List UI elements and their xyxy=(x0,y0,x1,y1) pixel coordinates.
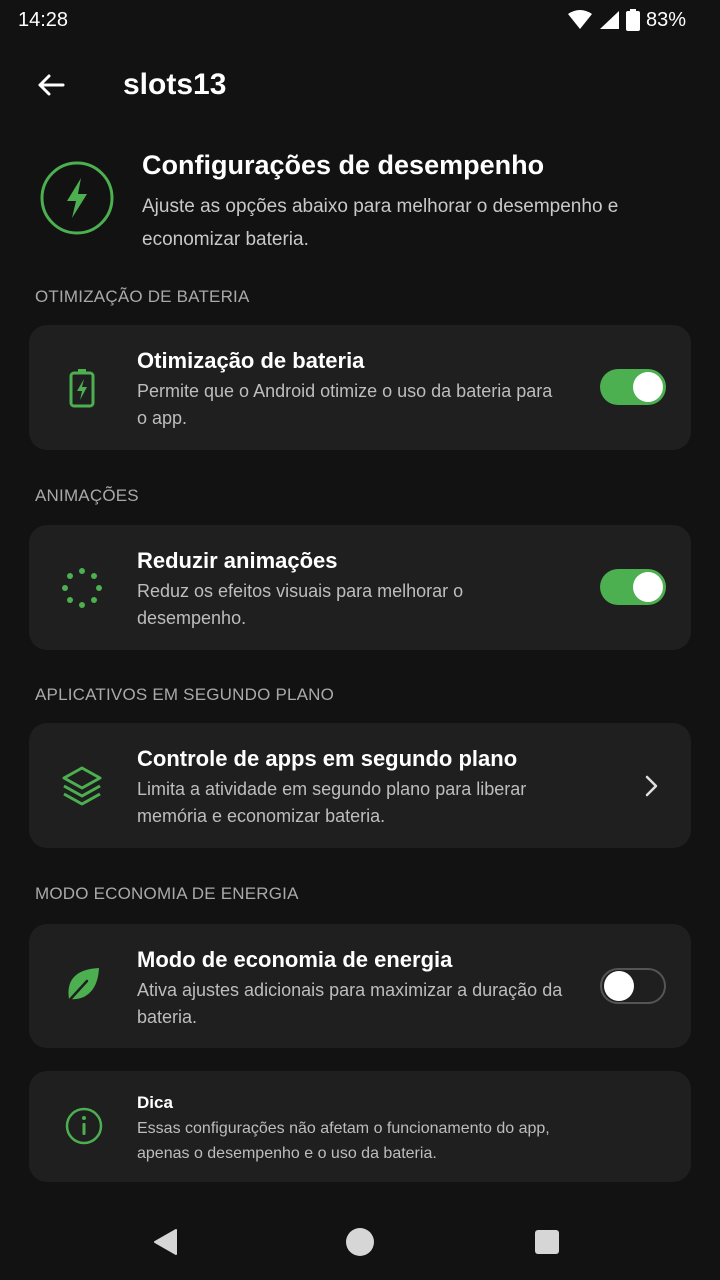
battery-optimization-title: Otimização de bateria xyxy=(137,348,365,373)
lightning-bolt-icon xyxy=(40,161,114,235)
section-label-battery: OTIMIZAÇÃO DE BATERIA xyxy=(35,287,250,306)
tip-card: Dica Essas configurações não afetam o fu… xyxy=(29,1071,691,1182)
status-icons: 83% xyxy=(567,8,686,32)
power-saving-description: Ativa ajustes adicionais para maximizar … xyxy=(137,980,563,1027)
nav-back-button[interactable] xyxy=(147,1224,183,1260)
toggle-knob xyxy=(633,372,663,402)
signal-icon xyxy=(599,11,619,29)
reduce-animations-title: Reduzir animações xyxy=(137,548,338,573)
battery-bolt-icon xyxy=(61,367,103,409)
status-bar: 14:28 83% xyxy=(0,0,720,40)
background-apps-description: Limita a atividade em segundo plano para… xyxy=(137,779,527,826)
battery-optimization-card[interactable]: Otimização de bateria Permite que o Andr… xyxy=(29,325,691,450)
wifi-icon xyxy=(567,10,592,29)
power-saving-card[interactable]: Modo de economia de energia Ativa ajuste… xyxy=(29,924,691,1048)
battery-percentage: 83% xyxy=(645,8,686,31)
chevron-right-icon xyxy=(645,775,658,797)
back-button[interactable] xyxy=(30,64,72,106)
power-saving-toggle[interactable] xyxy=(600,968,666,1004)
recents-square-icon xyxy=(535,1230,559,1254)
reduce-animations-toggle[interactable] xyxy=(600,569,666,605)
arrow-left-icon xyxy=(38,74,65,96)
status-time: 14:28 xyxy=(18,9,69,31)
tip-description: Essas configurações não afetam o funcion… xyxy=(137,1120,550,1162)
reduce-animations-card[interactable]: Reduzir animações Reduz os efeitos visua… xyxy=(29,525,691,650)
page-title: Configurações de desempenho xyxy=(142,150,545,180)
section-label-power-saving: MODO ECONOMIA DE ENERGIA xyxy=(35,884,299,903)
layers-icon xyxy=(61,765,103,807)
tip-title: Dica xyxy=(137,1093,173,1112)
app-title: slots13 xyxy=(123,68,227,101)
battery-optimization-toggle[interactable] xyxy=(600,369,666,405)
background-apps-title: Controle de apps em segundo plano xyxy=(137,746,518,771)
back-triangle-icon xyxy=(154,1229,177,1255)
toggle-knob xyxy=(633,572,663,602)
battery-optimization-description: Permite que o Android otimize o uso da b… xyxy=(137,381,553,428)
toggle-knob xyxy=(604,971,634,1001)
background-apps-card[interactable]: Controle de apps em segundo plano Limita… xyxy=(29,723,691,848)
battery-icon xyxy=(625,9,640,31)
app-bar: slots13 xyxy=(0,40,720,130)
info-icon xyxy=(63,1105,105,1147)
section-label-animations: ANIMAÇÕES xyxy=(35,486,139,505)
section-label-background-apps: APLICATIVOS EM SEGUNDO PLANO xyxy=(35,685,335,704)
nav-home-button[interactable] xyxy=(342,1224,378,1260)
nav-recents-button[interactable] xyxy=(529,1224,565,1260)
navigation-bar xyxy=(0,1200,720,1280)
home-circle-icon xyxy=(346,1228,374,1256)
dotted-circle-icon xyxy=(61,567,103,609)
power-saving-title: Modo de economia de energia xyxy=(137,947,453,972)
reduce-animations-description: Reduz os efeitos visuais para melhorar o… xyxy=(137,581,464,628)
page-subtitle: Ajuste as opções abaixo para melhorar o … xyxy=(142,196,619,250)
leaf-icon xyxy=(61,965,103,1007)
